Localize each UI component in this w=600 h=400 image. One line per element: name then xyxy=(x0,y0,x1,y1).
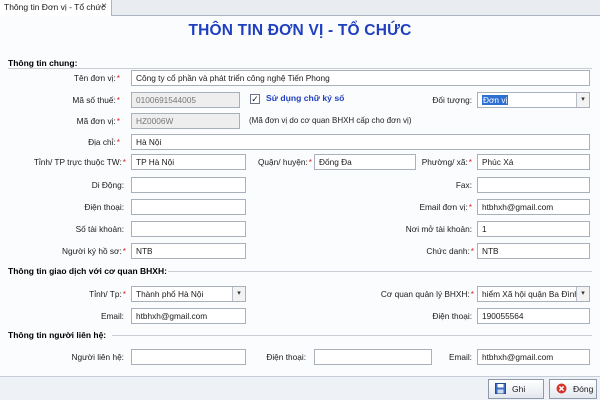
bhxh-dien-thoai-input[interactable]: 190055564 xyxy=(477,308,590,324)
tab-thong-tin-don-vi[interactable]: Thông tin Đơn vị - Tổ chức × xyxy=(0,0,112,16)
page-title: THÔN TIN ĐƠN VỊ - TỔ CHỨC xyxy=(188,22,412,39)
ma-don-vi-label: Mã đơn vị:* xyxy=(76,116,120,126)
close-button-label: Đóng xyxy=(573,384,594,394)
section-divider xyxy=(8,68,592,69)
co-quan-quan-ly-label: Cơ quan quản lý BHXH:* xyxy=(380,289,474,299)
ten-don-vi-input[interactable]: Công ty cổ phần và phát triển công nghệ … xyxy=(131,70,590,86)
di-dong-label: Di Động: xyxy=(91,180,124,190)
email-don-vi-label: Email đơn vị:* xyxy=(419,202,472,212)
section-divider xyxy=(112,335,592,336)
contact-dien-thoai-input[interactable] xyxy=(314,349,432,365)
phuong-xa-label: Phường/ xã:* xyxy=(421,157,472,167)
bhxh-email-input[interactable]: htbhxh@gmail.com xyxy=(131,308,246,324)
quan-huyen-label: Quận/ huyện:* xyxy=(257,157,312,167)
noi-mo-tai-khoan-label: Nơi mở tài khoản: xyxy=(405,224,472,234)
save-button-label: Ghi xyxy=(512,384,526,394)
co-quan-quan-ly-value: hiểm Xã hội quận Ba Đình xyxy=(482,289,579,299)
doi-tuong-label: Đối tượng: xyxy=(432,95,472,105)
nguoi-ky-ho-so-input[interactable]: NTB xyxy=(131,243,246,259)
su-dung-chu-ky-so-label: Sử dụng chữ ký số xyxy=(266,93,345,103)
dia-chi-label: Địa chỉ:* xyxy=(88,137,120,147)
save-icon xyxy=(495,383,506,394)
tinh-tp-label: Tỉnh/ TP trực thuộc TW:* xyxy=(33,157,126,167)
doi-tuong-value: Đơn vị xyxy=(482,95,509,105)
ma-so-thue-label: Mã số thuế:* xyxy=(72,95,120,105)
email-don-vi-input[interactable]: htbhxh@gmail.com xyxy=(477,199,590,215)
tab-close-icon[interactable]: × xyxy=(101,1,107,12)
close-icon xyxy=(556,383,567,394)
quan-huyen-input[interactable]: Đống Đa xyxy=(314,154,416,170)
contact-dien-thoai-label: Điện thoại: xyxy=(266,352,306,362)
fax-label: Fax: xyxy=(455,180,472,190)
contact-email-label: Email: xyxy=(448,352,472,362)
section-general-title: Thông tin chung: xyxy=(8,58,78,68)
di-dong-input[interactable] xyxy=(131,177,246,193)
so-tai-khoan-input[interactable] xyxy=(131,221,246,237)
doi-tuong-select[interactable]: Đơn vị ▾ xyxy=(477,92,590,108)
co-quan-quan-ly-select[interactable]: hiểm Xã hội quận Ba Đình ▾ xyxy=(477,286,590,302)
section-divider xyxy=(168,271,592,272)
footer-bar: Ghi Đóng xyxy=(0,376,600,400)
bhxh-tinh-tp-select[interactable]: Thành phố Hà Nội ▾ xyxy=(131,286,246,302)
section-bhxh-title: Thông tin giao dịch với cơ quan BHXH: xyxy=(8,266,167,276)
noi-mo-tai-khoan-input[interactable]: 1 xyxy=(477,221,590,237)
tab-bar: Thông tin Đơn vị - Tổ chức × xyxy=(0,0,600,16)
dien-thoai-label: Điện thoại: xyxy=(84,202,124,212)
chevron-down-icon[interactable]: ▾ xyxy=(232,287,245,301)
bhxh-dien-thoai-label: Điện thoại: xyxy=(432,311,472,321)
chevron-down-icon[interactable]: ▾ xyxy=(576,287,589,301)
bhxh-tinh-tp-label: Tỉnh/ Tp:* xyxy=(89,289,126,299)
fax-input[interactable] xyxy=(477,177,590,193)
so-tai-khoan-label: Số tài khoản: xyxy=(75,224,124,234)
ma-don-vi-note: (Mã đơn vị do cơ quan BHXH cấp cho đơn v… xyxy=(249,116,412,125)
chuc-danh-input[interactable]: NTB xyxy=(477,243,590,259)
dien-thoai-input[interactable] xyxy=(131,199,246,215)
phuong-xa-input[interactable]: Phúc Xá xyxy=(477,154,590,170)
ma-so-thue-input[interactable]: 0100691544005 xyxy=(131,92,240,108)
ten-don-vi-label: Tên đơn vị:* xyxy=(73,73,120,83)
nguoi-lien-he-input[interactable] xyxy=(131,349,246,365)
su-dung-chu-ky-so-checkbox[interactable]: ✓ xyxy=(250,94,260,104)
bhxh-tinh-tp-value: Thành phố Hà Nội xyxy=(136,289,204,299)
nguoi-ky-ho-so-label: Người ký hồ sơ:* xyxy=(61,246,126,256)
chuc-danh-label: Chức danh:* xyxy=(426,246,474,256)
ma-don-vi-input[interactable]: HZ0006W xyxy=(131,113,240,129)
nguoi-lien-he-label: Người liên hệ: xyxy=(71,352,124,362)
chevron-down-icon[interactable]: ▾ xyxy=(576,93,589,107)
section-contact-title: Thông tin người liên hệ: xyxy=(8,330,107,340)
close-button[interactable]: Đóng xyxy=(549,379,597,399)
save-button[interactable]: Ghi xyxy=(488,379,544,399)
tinh-tp-input[interactable]: TP Hà Nội xyxy=(131,154,246,170)
dia-chi-input[interactable]: Hà Nội xyxy=(131,134,590,150)
tab-label: Thông tin Đơn vị - Tổ chức xyxy=(4,2,106,12)
bhxh-email-label: Email: xyxy=(100,311,124,321)
contact-email-input[interactable]: htbhxh@gmail.com xyxy=(477,349,590,365)
